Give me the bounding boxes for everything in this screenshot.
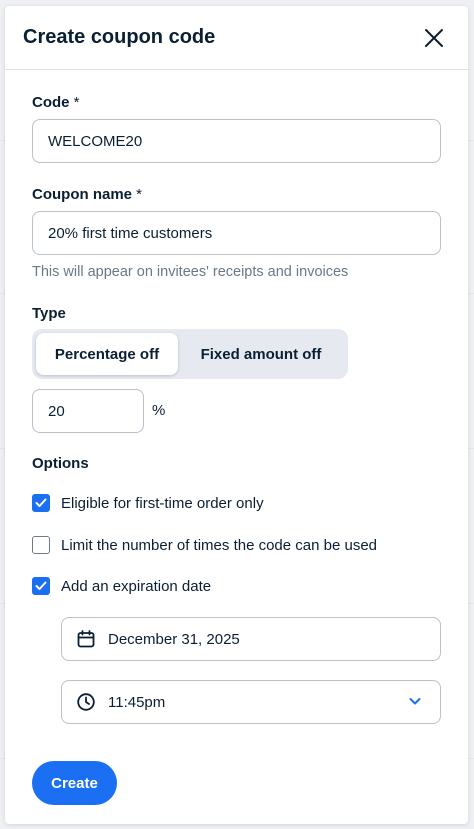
create-button[interactable]: Create [32, 761, 117, 805]
coupon-name-label: Coupon name * [32, 186, 142, 203]
discount-amount-value: 20 [48, 402, 65, 420]
code-label: Code * [32, 94, 80, 111]
options-label: Options [32, 455, 89, 472]
checkbox-checked[interactable] [32, 577, 50, 595]
code-label-text: Code [32, 94, 70, 111]
required-mark: * [73, 94, 80, 111]
checkbox-checked[interactable] [32, 494, 50, 512]
chevron-down-icon [408, 694, 422, 712]
checkmark-icon [35, 581, 47, 590]
calendar-icon [76, 629, 96, 649]
expiration-time-select[interactable]: 11:45pm [61, 680, 441, 724]
coupon-name-helper: This will appear on invitees' receipts a… [32, 264, 349, 280]
option-label: Add an expiration date [61, 577, 212, 595]
expiration-date-value: December 31, 2025 [108, 630, 240, 648]
close-button[interactable] [422, 26, 446, 50]
coupon-name-value: 20% first time customers [48, 224, 213, 242]
expiration-date-picker[interactable]: December 31, 2025 [61, 617, 441, 661]
option-expiration-date[interactable]: Add an expiration date [32, 577, 211, 595]
clock-icon [76, 692, 96, 712]
create-coupon-dialog: Create coupon code Code * WELCOME20 Coup… [5, 6, 468, 824]
coupon-name-input[interactable]: 20% first time customers [32, 211, 441, 255]
coupon-name-label-text: Coupon name [32, 186, 132, 203]
percent-unit: % [152, 402, 166, 419]
type-label: Type [32, 305, 66, 322]
checkmark-icon [35, 498, 47, 507]
close-icon [425, 28, 443, 47]
type-option-percentage[interactable]: Percentage off [36, 333, 178, 375]
checkbox-unchecked[interactable] [32, 536, 50, 554]
option-first-time-order[interactable]: Eligible for first-time order only [32, 494, 264, 512]
dialog-header: Create coupon code [5, 6, 468, 70]
code-input[interactable]: WELCOME20 [32, 119, 441, 163]
option-limit-uses[interactable]: Limit the number of times the code can b… [32, 536, 377, 554]
required-mark: * [136, 186, 143, 203]
type-option-fixed-amount[interactable]: Fixed amount off [178, 333, 344, 375]
expiration-time-value: 11:45pm [108, 693, 166, 711]
code-value: WELCOME20 [48, 132, 143, 150]
option-label: Eligible for first-time order only [61, 494, 264, 512]
discount-amount-input[interactable]: 20 [32, 389, 144, 433]
type-segmented-control: Percentage off Fixed amount off [32, 329, 348, 379]
option-label: Limit the number of times the code can b… [61, 536, 378, 554]
dialog-title: Create coupon code [23, 26, 216, 48]
